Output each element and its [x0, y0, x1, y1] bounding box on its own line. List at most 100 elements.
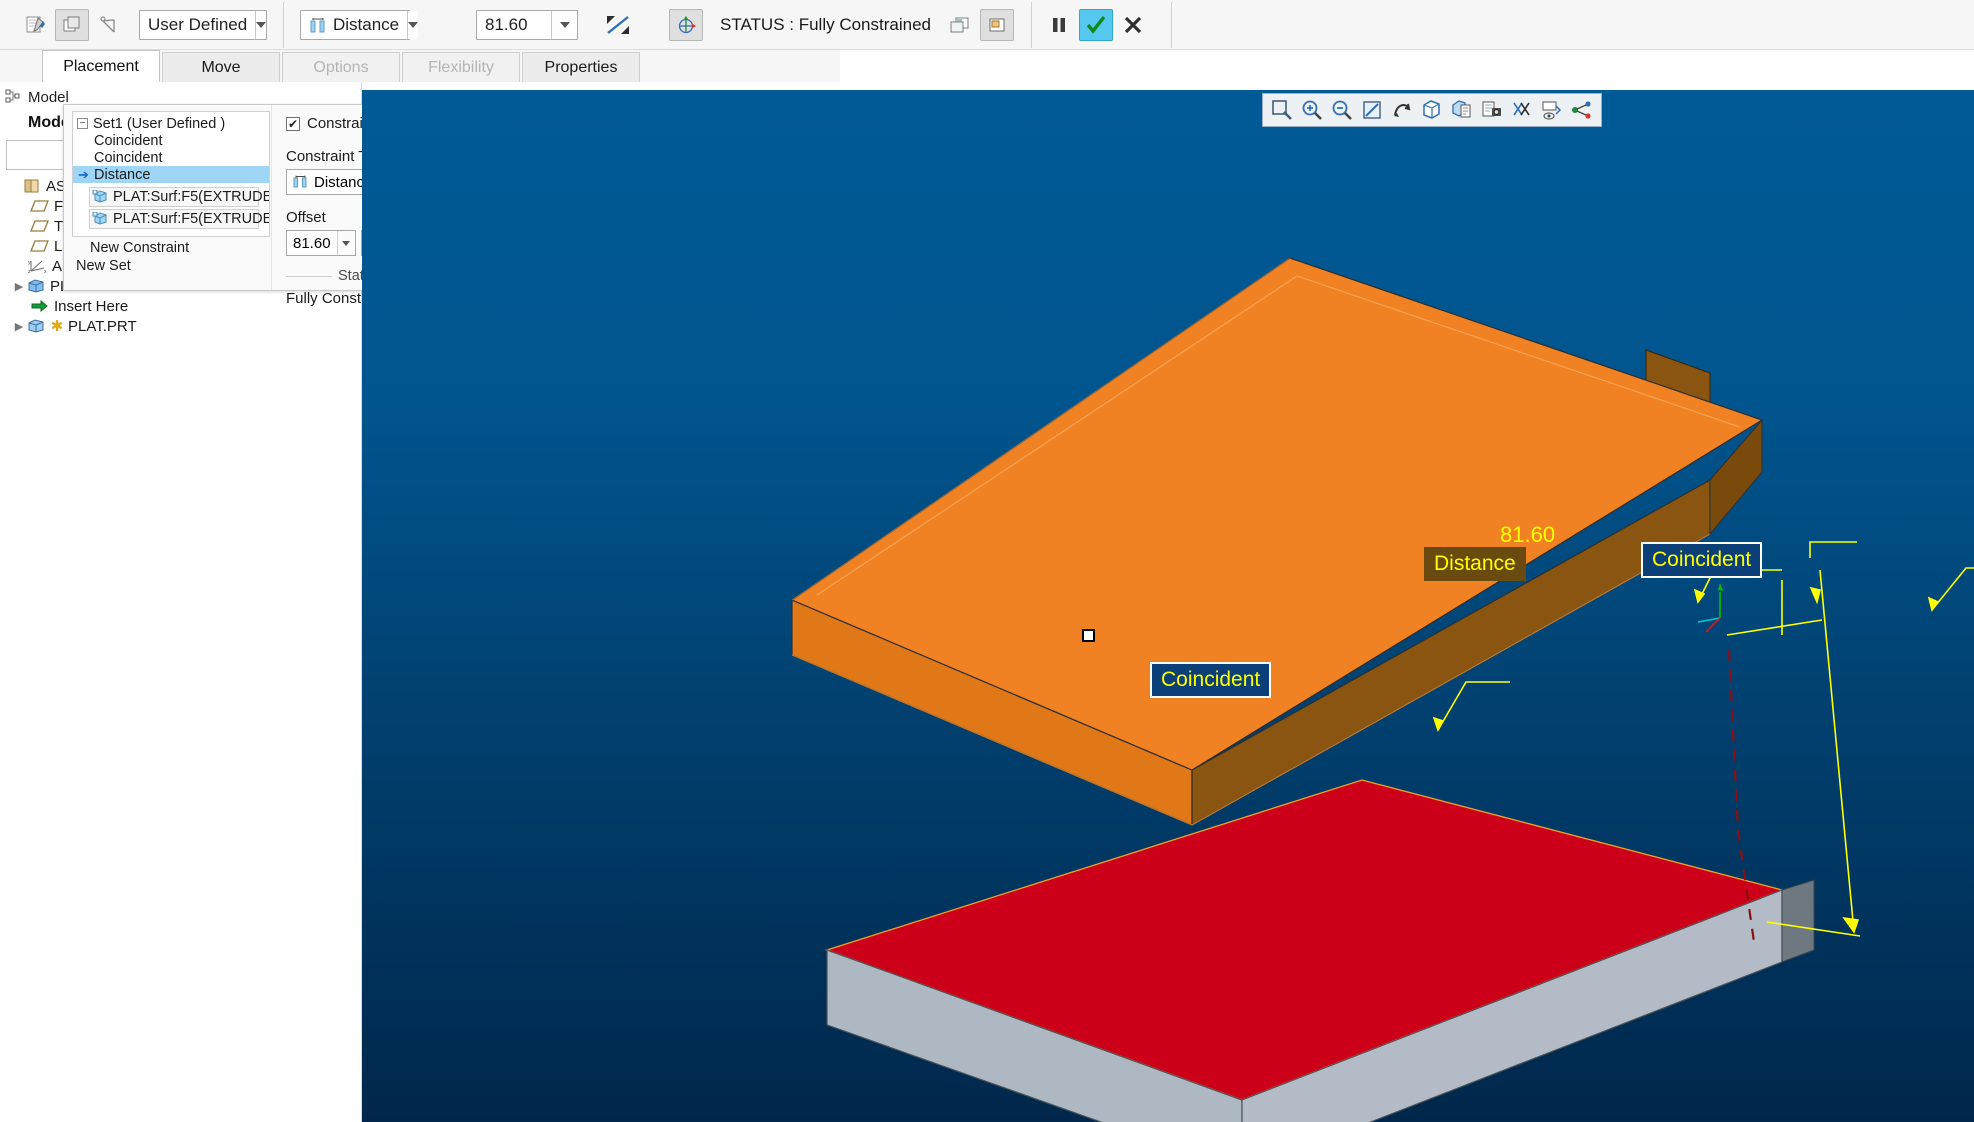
constraint-tree-set[interactable]: − Set1 (User Defined ): [73, 115, 269, 132]
tree-item-label: PLAT.PRT: [68, 317, 137, 335]
dashboard-tabstrip: Placement Move Options Flexibility Prope…: [0, 50, 840, 82]
red-plate-top-face: [824, 779, 1785, 1101]
constraint-type-value: Distance: [301, 11, 407, 39]
orange-plate-sketch-line: [816, 275, 1741, 596]
reference-label: PLAT:Surf:F5(EXTRUDE_1): [113, 211, 270, 227]
status-label: STATUS : Fully Constrained: [720, 15, 931, 34]
new-set-button[interactable]: New Set: [72, 258, 271, 274]
chevron-down-icon[interactable]: [255, 11, 267, 39]
constraint-enabled-checkbox[interactable]: ✔: [286, 116, 300, 131]
tab-placement[interactable]: Placement: [42, 50, 160, 82]
datum-plane-icon: [30, 197, 50, 215]
saved-orientations-icon[interactable]: [1419, 97, 1445, 123]
constraint-tree-label: Distance: [94, 166, 151, 183]
orange-plate-right-face: [1191, 478, 1711, 827]
constraint-type-combo[interactable]: Distance: [300, 10, 419, 40]
collapse-icon[interactable]: −: [77, 118, 88, 129]
reference-label: PLAT:Surf:F5(EXTRUDE_1): [113, 189, 270, 205]
datum-plane-icon: [30, 217, 50, 235]
orange-plate-end-face: [1645, 349, 1711, 433]
cancel-button[interactable]: [1116, 9, 1150, 41]
connection-type-value: User Defined: [148, 15, 248, 34]
asterisk-modified-icon: ✱: [50, 318, 64, 335]
dimension-value[interactable]: 81.60: [1500, 522, 1555, 548]
tree-item-label: Insert Here: [54, 297, 129, 315]
datum-plane-icon: [30, 237, 50, 255]
offset-input-value: 81.60: [293, 234, 331, 252]
appearance-gallery-icon[interactable]: [1479, 97, 1505, 123]
offset-value-combo[interactable]: 81.60: [476, 10, 578, 40]
view-manager-icon[interactable]: [1449, 97, 1475, 123]
red-plate-right-face: [1241, 889, 1783, 1122]
annotation-display-icon[interactable]: [1539, 97, 1565, 123]
toolbar-divider-3: [1171, 2, 1172, 48]
flip-direction-icon[interactable]: [598, 9, 638, 41]
constraint-annotation-lines: [1432, 541, 1974, 937]
graphics-viewport[interactable]: 81.60 Distance Coincident Coincident: [362, 90, 1974, 1122]
embed-window-icon[interactable]: [980, 9, 1014, 41]
chevron-down-icon[interactable]: [336, 231, 355, 255]
chevron-down-icon[interactable]: [407, 11, 419, 39]
red-plate-front-face: [826, 949, 1243, 1122]
component-placement-icon[interactable]: [55, 9, 89, 41]
tree-item-plat-prt[interactable]: ▶ ✱ PLAT.PRT: [4, 316, 361, 336]
part-icon: [26, 317, 46, 335]
zoom-in-icon[interactable]: [1299, 97, 1325, 123]
coordinate-system-icon: yzx: [28, 257, 48, 275]
distance-icon: [293, 175, 309, 189]
svg-text:x: x: [44, 269, 47, 274]
constraint-tree-label: Set1 (User Defined ): [93, 115, 226, 132]
model-geometry: [790, 257, 1974, 1122]
tab-flexibility: Flexibility: [402, 52, 520, 82]
assembly-icon: [22, 177, 42, 195]
orange-plate-front-face: [791, 599, 1193, 826]
coincident-tag-right[interactable]: Coincident: [1641, 542, 1763, 578]
component-placement-dashboard: User Defined Distance 81.60 STATUS: Ful…: [0, 0, 1974, 50]
coincident-tag-left[interactable]: Coincident: [1150, 662, 1272, 698]
offset-input[interactable]: 81.60: [286, 230, 356, 256]
edit-definition-icon[interactable]: [18, 9, 52, 41]
constraint-item-coincident-2[interactable]: Coincident: [73, 149, 269, 166]
ok-button[interactable]: [1079, 9, 1113, 41]
constraint-sketch-icon[interactable]: [92, 9, 126, 41]
offset-value-text: 81.60: [485, 15, 528, 34]
red-plate-end-face: [1781, 879, 1815, 963]
refit-icon[interactable]: [1269, 97, 1295, 123]
constraint-tree-label: Coincident: [94, 132, 163, 149]
constraint-item-coincident-1[interactable]: Coincident: [73, 132, 269, 149]
tab-options: Options: [282, 52, 400, 82]
model-tree-icon: [4, 88, 24, 106]
pause-button[interactable]: [1042, 9, 1076, 41]
surface-ref-icon: [92, 188, 109, 206]
toolbar-divider-2: [1031, 2, 1032, 48]
toolbar-divider: [283, 2, 284, 48]
repaint-icon[interactable]: [1359, 97, 1385, 123]
chevron-down-icon[interactable]: [551, 11, 577, 39]
reference-chip-1[interactable]: PLAT:Surf:F5(EXTRUDE_1): [89, 187, 269, 207]
reference-chip-2[interactable]: PLAT:Surf:F5(EXTRUDE_1): [89, 209, 269, 229]
datum-display-filters-icon[interactable]: [1509, 97, 1535, 123]
distance-tag[interactable]: Distance: [1424, 547, 1526, 581]
tab-move[interactable]: Move: [162, 52, 280, 82]
expand-twisty-icon[interactable]: ▶: [12, 280, 26, 293]
separate-window-icon[interactable]: [943, 9, 977, 41]
model-tree-tab-label: Model: [28, 88, 69, 106]
hidden-edge-dashed: [1727, 649, 1756, 943]
tab-properties[interactable]: Properties: [522, 52, 640, 82]
new-constraint-button[interactable]: New Constraint: [72, 240, 271, 256]
zoom-out-icon[interactable]: [1329, 97, 1355, 123]
constraint-tree-label: Coincident: [94, 149, 163, 166]
connection-type-combo[interactable]: User Defined: [139, 10, 267, 40]
insert-here-icon: [30, 297, 50, 315]
spin-center-icon[interactable]: [1389, 97, 1415, 123]
constraint-tree[interactable]: − Set1 (User Defined ) Coincident Coinci…: [72, 111, 270, 237]
orange-plate-top-face: [790, 257, 1764, 771]
expand-twisty-icon[interactable]: ▶: [12, 320, 26, 333]
coordinate-system-icon[interactable]: [669, 9, 703, 41]
distance-icon: [309, 17, 327, 33]
spin-center-toggle-icon[interactable]: [1569, 97, 1595, 123]
dimension-drag-handle[interactable]: [1082, 629, 1095, 642]
constraint-item-distance[interactable]: ➔ Distance: [73, 166, 269, 183]
creo-assembly-window: User Defined Distance 81.60 STATUS: Ful…: [0, 0, 1974, 1122]
part-icon: [26, 277, 46, 295]
